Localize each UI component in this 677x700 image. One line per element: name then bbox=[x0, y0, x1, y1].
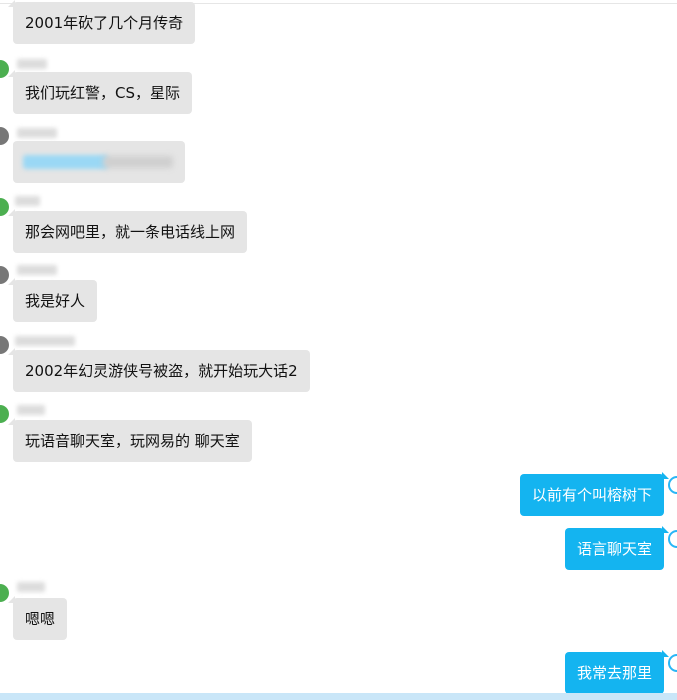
sender-avatar-icon[interactable] bbox=[0, 127, 9, 145]
sender-name-blurred bbox=[17, 59, 47, 69]
message-bubble-outgoing[interactable]: 语言聊天室 bbox=[564, 526, 670, 570]
sender-name-blurred bbox=[17, 128, 57, 138]
my-avatar-icon[interactable] bbox=[668, 476, 677, 494]
message-bubble-outgoing[interactable]: 我常去那里 bbox=[564, 650, 670, 694]
message-bubble-incoming-blurred[interactable] bbox=[13, 141, 185, 183]
sender-name-blurred bbox=[15, 336, 75, 346]
message-bubble-incoming[interactable]: 我们玩红警，CS，星际 bbox=[8, 70, 192, 114]
message-bubble-incoming[interactable]: 我是好人 bbox=[7, 278, 98, 322]
message-bubble-incoming[interactable]: 2001年砍了几个月传奇 bbox=[7, 0, 196, 44]
sender-name-blurred bbox=[17, 582, 45, 592]
message-bubble-incoming[interactable]: 玩语音聊天室，玩网易的 聊天室 bbox=[8, 418, 252, 462]
sender-name-blurred bbox=[17, 265, 57, 275]
blurred-content bbox=[103, 156, 173, 168]
sender-name-blurred bbox=[17, 405, 45, 415]
my-avatar-icon[interactable] bbox=[668, 530, 677, 548]
message-bubble-incoming[interactable]: 2002年幻灵游侠号被盗，就开始玩大话2 bbox=[8, 348, 310, 392]
input-area-edge bbox=[0, 693, 677, 700]
message-bubble-outgoing[interactable]: 以前有个叫榕树下 bbox=[519, 472, 670, 516]
sender-name-blurred bbox=[15, 196, 40, 206]
message-bubble-incoming[interactable]: 嗯嗯 bbox=[7, 596, 68, 640]
my-avatar-icon[interactable] bbox=[668, 654, 677, 672]
blurred-content bbox=[23, 155, 108, 169]
message-bubble-incoming[interactable]: 那会网吧里，就一条电话线上网 bbox=[7, 209, 248, 253]
